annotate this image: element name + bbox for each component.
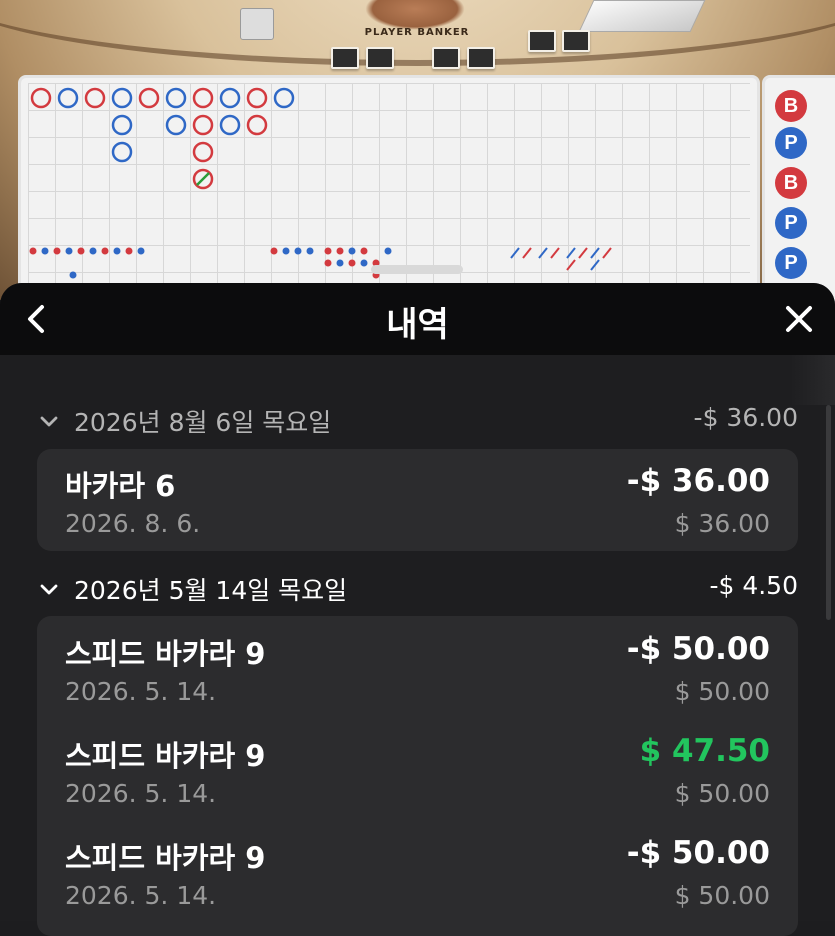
sheet-header: 내역 <box>0 283 835 355</box>
game-name: 스피드 바카라 9 <box>65 841 266 875</box>
stake-amount: $ 50.00 <box>674 779 770 808</box>
history-card: 스피드 바카라 9 2026. 5. 14. -$ 50.00 $ 50.00 … <box>37 616 798 936</box>
history-row[interactable]: 스피드 바카라 9 2026. 5. 14. -$ 50.00 $ 50.00 <box>37 825 798 915</box>
result-amount: $ 47.50 <box>639 733 770 769</box>
game-name: 스피드 바카라 9 <box>65 637 266 671</box>
sheet-drag-handle[interactable] <box>371 265 463 274</box>
card-discard-holder <box>578 0 706 32</box>
group-date: 2026년 8월 6일 목요일 <box>74 408 332 437</box>
card-shoe <box>240 8 274 40</box>
history-row[interactable]: 스피드 바카라 9 2026. 5. 14. -$ 50.00 $ 50.00 <box>37 621 798 711</box>
big-road-scoreboard[interactable] <box>18 75 760 311</box>
history-row[interactable]: 스피드 바카라 9 2026. 5. 14. $ 47.50 $ 50.00 <box>37 723 798 813</box>
game-name: 스피드 바카라 9 <box>65 739 266 773</box>
bead-banker: B <box>775 90 807 122</box>
player-card <box>331 47 359 69</box>
history-row[interactable]: 바카라 6 2026. 8. 6. -$ 36.00 $ 36.00 <box>37 453 798 543</box>
group-total: -$ 36.00 <box>693 403 798 432</box>
chevron-down-icon <box>40 584 58 595</box>
table-label: PLAYER BANKER <box>364 27 470 38</box>
dealer-hands <box>365 0 465 30</box>
result-amount: -$ 36.00 <box>626 463 770 499</box>
close-icon <box>786 306 812 332</box>
chevron-down-icon <box>40 416 58 427</box>
bead-player: P <box>775 247 807 279</box>
spare-card <box>528 30 556 52</box>
player-card <box>366 47 394 69</box>
spare-card <box>562 30 590 52</box>
round-date: 2026. 5. 14. <box>65 881 217 910</box>
round-date: 2026. 5. 14. <box>65 677 217 706</box>
round-date: 2026. 8. 6. <box>65 509 201 538</box>
scroll-fade <box>790 355 835 405</box>
banker-card <box>432 47 460 69</box>
round-date: 2026. 5. 14. <box>65 779 217 808</box>
group-total: -$ 4.50 <box>709 571 798 600</box>
history-card: 바카라 6 2026. 8. 6. -$ 36.00 $ 36.00 <box>37 449 798 551</box>
stake-amount: $ 50.00 <box>674 881 770 910</box>
bead-player: P <box>775 127 807 159</box>
date-group-header[interactable]: 2026년 8월 6일 목요일 -$ 36.00 <box>37 403 798 443</box>
close-button[interactable] <box>781 301 817 337</box>
date-group-header[interactable]: 2026년 5월 14일 목요일 -$ 4.50 <box>37 571 798 611</box>
scrollbar[interactable] <box>826 405 831 620</box>
bead-road-scoreboard[interactable]: B P B P P <box>762 75 835 311</box>
sheet-title: 내역 <box>386 305 449 345</box>
result-amount: -$ 50.00 <box>626 835 770 871</box>
result-amount: -$ 50.00 <box>626 631 770 667</box>
game-name: 바카라 6 <box>65 469 176 503</box>
banker-card <box>467 47 495 69</box>
group-date: 2026년 5월 14일 목요일 <box>74 576 348 605</box>
stake-amount: $ 50.00 <box>674 677 770 706</box>
stake-amount: $ 36.00 <box>674 509 770 538</box>
bead-player: P <box>775 207 807 239</box>
bead-banker: B <box>775 167 807 199</box>
